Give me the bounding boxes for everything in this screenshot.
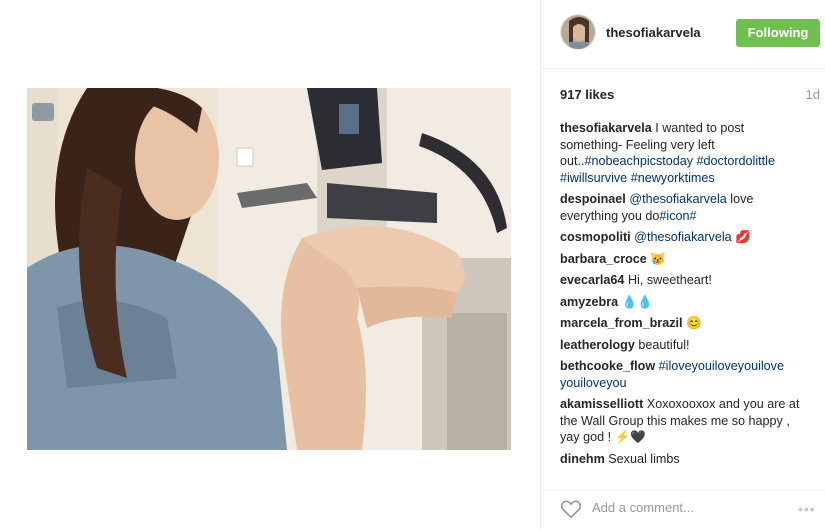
comment-text: 💋 xyxy=(731,230,751,244)
comment-item: evecarla64 Hi, sweetheart! xyxy=(560,272,805,289)
comment-item: leatherology beautiful! xyxy=(560,337,805,354)
caption-username[interactable]: thesofiakarvela xyxy=(560,121,652,135)
comment-text: Hi, sweetheart! xyxy=(627,273,712,287)
comment-item: cosmopoliti @thesofiakarvela 💋 xyxy=(560,229,805,246)
comment-text: 😿 xyxy=(650,251,666,266)
comment-username[interactable]: akamisselliott xyxy=(560,397,643,411)
comment-item: bethcooke_flow #iloveyouiloveyouilove yo… xyxy=(560,358,805,391)
post-photo[interactable] xyxy=(27,88,511,450)
comment-username[interactable]: barbara_croce xyxy=(560,252,647,266)
post-age[interactable]: 1d xyxy=(806,87,820,102)
comment-item: akamisselliott Xoxoxooxox and you are at… xyxy=(560,396,805,446)
more-options-icon[interactable]: ••• xyxy=(798,501,816,517)
comment-item: amyzebra 💧💧 xyxy=(560,294,805,311)
comment-username[interactable]: marcela_from_brazil xyxy=(560,316,683,330)
comment-bar: Add a comment... ••• xyxy=(541,490,825,531)
comment-tag[interactable]: #icon# xyxy=(659,209,696,223)
avatar-image xyxy=(561,15,595,49)
comment-mention[interactable]: @thesofiakarvela xyxy=(634,230,732,244)
comment-username[interactable]: despoinael xyxy=(560,192,626,206)
comment-text: 😊 xyxy=(686,316,702,330)
likes-count[interactable]: 917 likes xyxy=(560,87,614,102)
caption-tag[interactable]: #nobeachpicstoday xyxy=(585,154,694,168)
comment-text: 💧💧 xyxy=(621,294,653,309)
add-comment-input[interactable]: Add a comment... xyxy=(592,500,694,515)
comments-list: thesofiakarvela I wanted to post somethi… xyxy=(560,120,805,472)
heart-icon[interactable] xyxy=(560,499,582,519)
header-divider xyxy=(541,68,825,69)
comment-username[interactable]: cosmopoliti xyxy=(560,230,631,244)
comment-text: Sexual limbs xyxy=(608,451,680,466)
username[interactable]: thesofiakarvela xyxy=(606,25,701,40)
comment-username[interactable]: evecarla64 xyxy=(560,273,624,287)
comment-item: despoinael @thesofiakarvela love everyth… xyxy=(560,191,805,224)
caption: thesofiakarvela I wanted to post somethi… xyxy=(560,120,805,186)
post-photo-illustration xyxy=(27,88,511,450)
comment-mention[interactable]: @thesofiakarvela xyxy=(629,192,727,206)
post-header: thesofiakarvela Following xyxy=(560,14,822,52)
comment-item: marcela_from_brazil 😊 xyxy=(560,315,805,332)
caption-tag[interactable]: #newyorktimes xyxy=(631,171,715,185)
likes-row: 917 likes 1d xyxy=(560,87,820,102)
post-sidebar: thesofiakarvela Following 917 likes 1d t… xyxy=(540,0,825,530)
caption-tag[interactable]: #iwillsurvive xyxy=(560,171,627,185)
comment-username[interactable]: dinehm xyxy=(560,452,605,466)
comment-username[interactable]: leatherology xyxy=(560,338,635,352)
comment-username[interactable]: bethcooke_flow xyxy=(560,359,655,373)
comment-item: dinehm Sexual limbs xyxy=(560,451,805,468)
comment-item: barbara_croce 😿 xyxy=(560,251,805,268)
avatar[interactable] xyxy=(560,14,596,50)
comment-text: beautiful! xyxy=(638,337,690,352)
comment-username[interactable]: amyzebra xyxy=(560,295,618,309)
photo-panel xyxy=(0,0,540,530)
following-button[interactable]: Following xyxy=(736,19,820,47)
caption-tag[interactable]: #doctordolittle xyxy=(697,154,775,168)
